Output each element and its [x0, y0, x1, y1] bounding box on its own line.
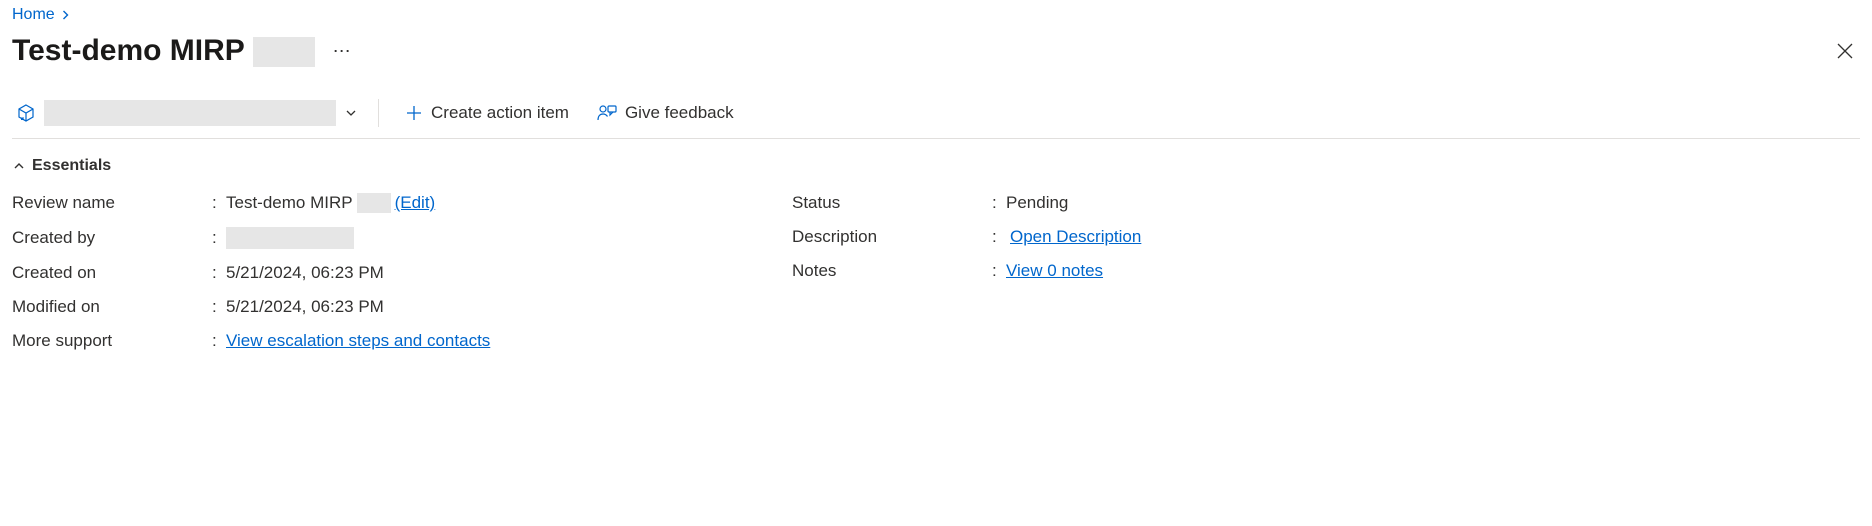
kv-value — [226, 227, 354, 249]
kv-label: More support — [12, 331, 212, 351]
kv-label: Notes — [792, 261, 992, 281]
kv-created-by: Created by : — [12, 227, 792, 249]
chevron-up-icon — [12, 159, 26, 173]
feedback-icon — [597, 104, 617, 122]
kv-label: Created by — [12, 228, 212, 248]
kv-more-support: More support : View escalation steps and… — [12, 331, 792, 351]
redacted-title-part — [253, 37, 315, 67]
redacted-dropdown-value — [44, 100, 336, 126]
resource-cube-icon — [16, 103, 36, 123]
kv-label: Created on — [12, 263, 212, 283]
more-actions-button[interactable]: ⋯ — [325, 41, 359, 62]
kv-label: Description — [792, 227, 992, 247]
kv-review-name: Review name : Test-demo MIRP (Edit) — [12, 193, 792, 213]
toolbar-separator — [378, 99, 379, 127]
kv-notes: Notes : View 0 notes — [792, 261, 1860, 281]
kv-description: Description : Open Description — [792, 227, 1860, 247]
escalation-link[interactable]: View escalation steps and contacts — [226, 331, 490, 351]
create-action-item-label: Create action item — [431, 103, 569, 123]
kv-created-on: Created on : 5/21/2024, 06:23 PM — [12, 263, 792, 283]
give-feedback-label: Give feedback — [625, 103, 734, 123]
create-action-item-button[interactable]: Create action item — [391, 97, 583, 129]
close-icon — [1836, 42, 1854, 60]
breadcrumb: Home — [12, 4, 1860, 24]
kv-label: Review name — [12, 193, 212, 213]
kv-modified-on: Modified on : 5/21/2024, 06:23 PM — [12, 297, 792, 317]
plus-icon — [405, 104, 423, 122]
redacted-value — [226, 227, 354, 249]
give-feedback-button[interactable]: Give feedback — [583, 97, 748, 129]
toolbar: Create action item Give feedback — [12, 96, 1860, 139]
kv-label: Status — [792, 193, 992, 213]
resource-dropdown[interactable] — [12, 96, 366, 130]
chevron-right-icon — [61, 10, 71, 20]
edit-link[interactable]: (Edit) — [395, 193, 436, 213]
open-description-link[interactable]: Open Description — [1010, 227, 1141, 247]
kv-label: Modified on — [12, 297, 212, 317]
kv-value: 5/21/2024, 06:23 PM — [226, 263, 384, 283]
kv-value: 5/21/2024, 06:23 PM — [226, 297, 384, 317]
kv-status: Status : Pending — [792, 193, 1860, 213]
chevron-down-icon — [344, 106, 358, 120]
kv-value: Test-demo MIRP (Edit) — [226, 193, 435, 213]
page-title: Test-demo MIRP — [12, 34, 315, 68]
kv-value: Pending — [1006, 193, 1068, 213]
close-button[interactable] — [1830, 36, 1860, 66]
essentials-header-label: Essentials — [32, 157, 111, 175]
breadcrumb-home[interactable]: Home — [12, 6, 55, 24]
essentials-toggle[interactable]: Essentials — [12, 157, 1860, 175]
view-notes-link[interactable]: View 0 notes — [1006, 261, 1103, 281]
redacted-inline — [357, 193, 391, 213]
